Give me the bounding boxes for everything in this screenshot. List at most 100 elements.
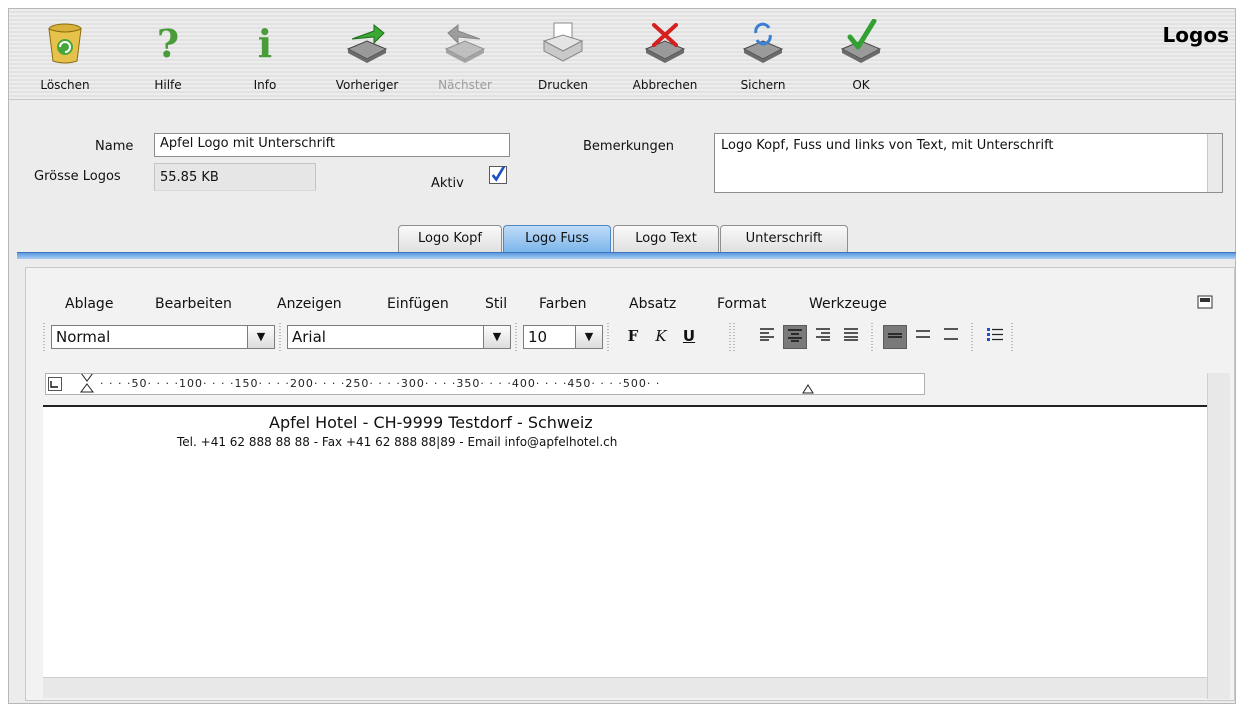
checkmark-icon: [491, 165, 506, 182]
chevron-down-icon[interactable]: ▼: [483, 326, 510, 348]
align-right-button[interactable]: [811, 325, 835, 349]
loeschen-label: Löschen: [40, 78, 90, 92]
ruler-label: 50: [131, 377, 148, 390]
align-left-button[interactable]: [755, 325, 779, 349]
svg-text:i: i: [258, 21, 272, 65]
ruler-label: 100: [178, 377, 203, 390]
document-horizontal-scrollbar[interactable]: [43, 677, 1207, 698]
bold-button[interactable]: F: [621, 325, 645, 349]
ruler-label: 250: [345, 377, 370, 390]
line-spacing-double-button[interactable]: [939, 325, 963, 349]
tab-divider: [17, 252, 1236, 259]
naechster-button[interactable]: Nächster: [427, 15, 503, 95]
tab-unterschrift[interactable]: Unterschrift: [720, 225, 848, 253]
menu-ablage[interactable]: Ablage: [65, 296, 113, 312]
aktiv-checkbox[interactable]: [489, 165, 507, 184]
loeschen-button[interactable]: Löschen: [27, 15, 103, 95]
size-select-value: 10: [528, 328, 548, 346]
separator: [515, 323, 517, 351]
toolbar: Löschen ? Hilfe i Info Vorheriger Nächst…: [9, 9, 1235, 100]
name-input[interactable]: Apfel Logo mit Unterschrift: [154, 133, 510, 157]
menu-format[interactable]: Format: [717, 296, 766, 312]
aktiv-label: Aktiv: [431, 176, 464, 191]
name-label: Name: [95, 139, 134, 154]
align-center-button[interactable]: [783, 325, 807, 349]
line-spacing-single-button[interactable]: [883, 325, 907, 349]
drucken-label: Drucken: [538, 78, 588, 92]
size-select[interactable]: 10 ▼: [523, 325, 603, 349]
abbrechen-label: Abbrechen: [632, 78, 698, 92]
menu-farben[interactable]: Farben: [539, 296, 586, 312]
line-spacing-double-icon: [944, 328, 958, 340]
bullet-list-button[interactable]: [983, 325, 1007, 349]
separator: [733, 323, 735, 351]
sichern-button[interactable]: Sichern: [725, 15, 801, 95]
chevron-down-icon[interactable]: ▼: [247, 326, 274, 348]
right-indent-marker-icon[interactable]: [802, 384, 814, 394]
info-icon: i: [258, 21, 272, 65]
drucken-button[interactable]: Drucken: [525, 15, 601, 95]
separator: [729, 323, 731, 351]
groesse-logos-label: Grösse Logos: [34, 169, 121, 184]
toolbar-grip: [43, 323, 45, 351]
next-record-icon: [444, 23, 486, 63]
line-spacing-medium-button[interactable]: [911, 325, 935, 349]
ruler-label: 350: [456, 377, 481, 390]
bullet-list-icon: [987, 328, 1003, 341]
tab-logo-text[interactable]: Logo Text: [613, 225, 719, 253]
menu-anzeigen[interactable]: Anzeigen: [277, 296, 342, 312]
tab-stop-icon[interactable]: [48, 377, 62, 391]
style-select[interactable]: Normal ▼: [51, 325, 275, 349]
tab-logo-kopf[interactable]: Logo Kopf: [398, 225, 502, 253]
abbrechen-button[interactable]: Abbrechen: [627, 15, 703, 95]
ruler-label: 200: [289, 377, 314, 390]
ruler-scale: · · · ·50· · · ·100· · · ·150· · · ·200·…: [100, 377, 661, 390]
menu-werkzeuge[interactable]: Werkzeuge: [809, 296, 887, 312]
naechster-label: Nächster: [438, 78, 492, 92]
vorheriger-button[interactable]: Vorheriger: [329, 15, 405, 95]
info-button[interactable]: i Info: [227, 15, 303, 95]
left-indent-marker-icon[interactable]: [80, 373, 94, 395]
hilfe-label: Hilfe: [154, 78, 182, 92]
help-question-icon: ?: [157, 21, 179, 65]
font-select[interactable]: Arial ▼: [287, 325, 511, 349]
menu-bearbeiten[interactable]: Bearbeiten: [155, 296, 232, 312]
italic-button[interactable]: K: [649, 325, 673, 349]
tab-logo-kopf-label: Logo Kopf: [418, 231, 482, 246]
align-justify-button[interactable]: [839, 325, 863, 349]
groesse-logos-value: 55.85 KB: [154, 163, 316, 191]
tab-logo-fuss-label: Logo Fuss: [525, 231, 589, 246]
tab-logo-text-label: Logo Text: [635, 231, 697, 246]
document-vertical-scrollbar[interactable]: [1207, 373, 1230, 699]
previous-record-icon: [346, 23, 388, 63]
align-justify-icon: [844, 328, 858, 341]
menu-stil[interactable]: Stil: [485, 296, 507, 312]
menu-einfuegen[interactable]: Einfügen: [387, 296, 449, 312]
align-right-icon: [816, 328, 830, 341]
bemerkungen-textarea[interactable]: Logo Kopf, Fuss und links von Text, mit …: [714, 133, 1223, 193]
ok-button[interactable]: OK: [823, 15, 899, 95]
printer-icon: [542, 22, 584, 62]
style-select-value: Normal: [56, 328, 111, 346]
document-body[interactable]: Apfel Hotel - CH-9999 Testdorf - Schweiz…: [43, 405, 1207, 678]
align-left-icon: [760, 328, 774, 341]
separator: [871, 323, 873, 351]
trash-icon: [48, 23, 82, 64]
font-select-value: Arial: [292, 328, 326, 346]
separator: [279, 323, 281, 351]
save-icon: [742, 22, 784, 63]
bemerkungen-text: Logo Kopf, Fuss und links von Text, mit …: [721, 138, 1054, 153]
info-label: Info: [253, 78, 277, 92]
ruler-label: 400: [511, 377, 536, 390]
format-toolbar: Normal ▼ Arial ▼ 10 ▼ F K U: [43, 323, 1223, 357]
underline-button[interactable]: U: [677, 325, 701, 349]
ruler[interactable]: · · · ·50· · · ·100· · · ·150· · · ·200·…: [45, 373, 925, 395]
bemerkungen-scrollbar[interactable]: [1207, 134, 1222, 192]
menu-absatz[interactable]: Absatz: [629, 296, 676, 312]
line-spacing-single-icon: [888, 333, 902, 338]
hilfe-button[interactable]: ? Hilfe: [130, 15, 206, 95]
window-toggle-icon[interactable]: [1197, 295, 1215, 311]
tab-logo-fuss[interactable]: Logo Fuss: [503, 225, 611, 253]
chevron-down-icon[interactable]: ▼: [575, 326, 602, 348]
ok-check-icon: [840, 19, 882, 63]
